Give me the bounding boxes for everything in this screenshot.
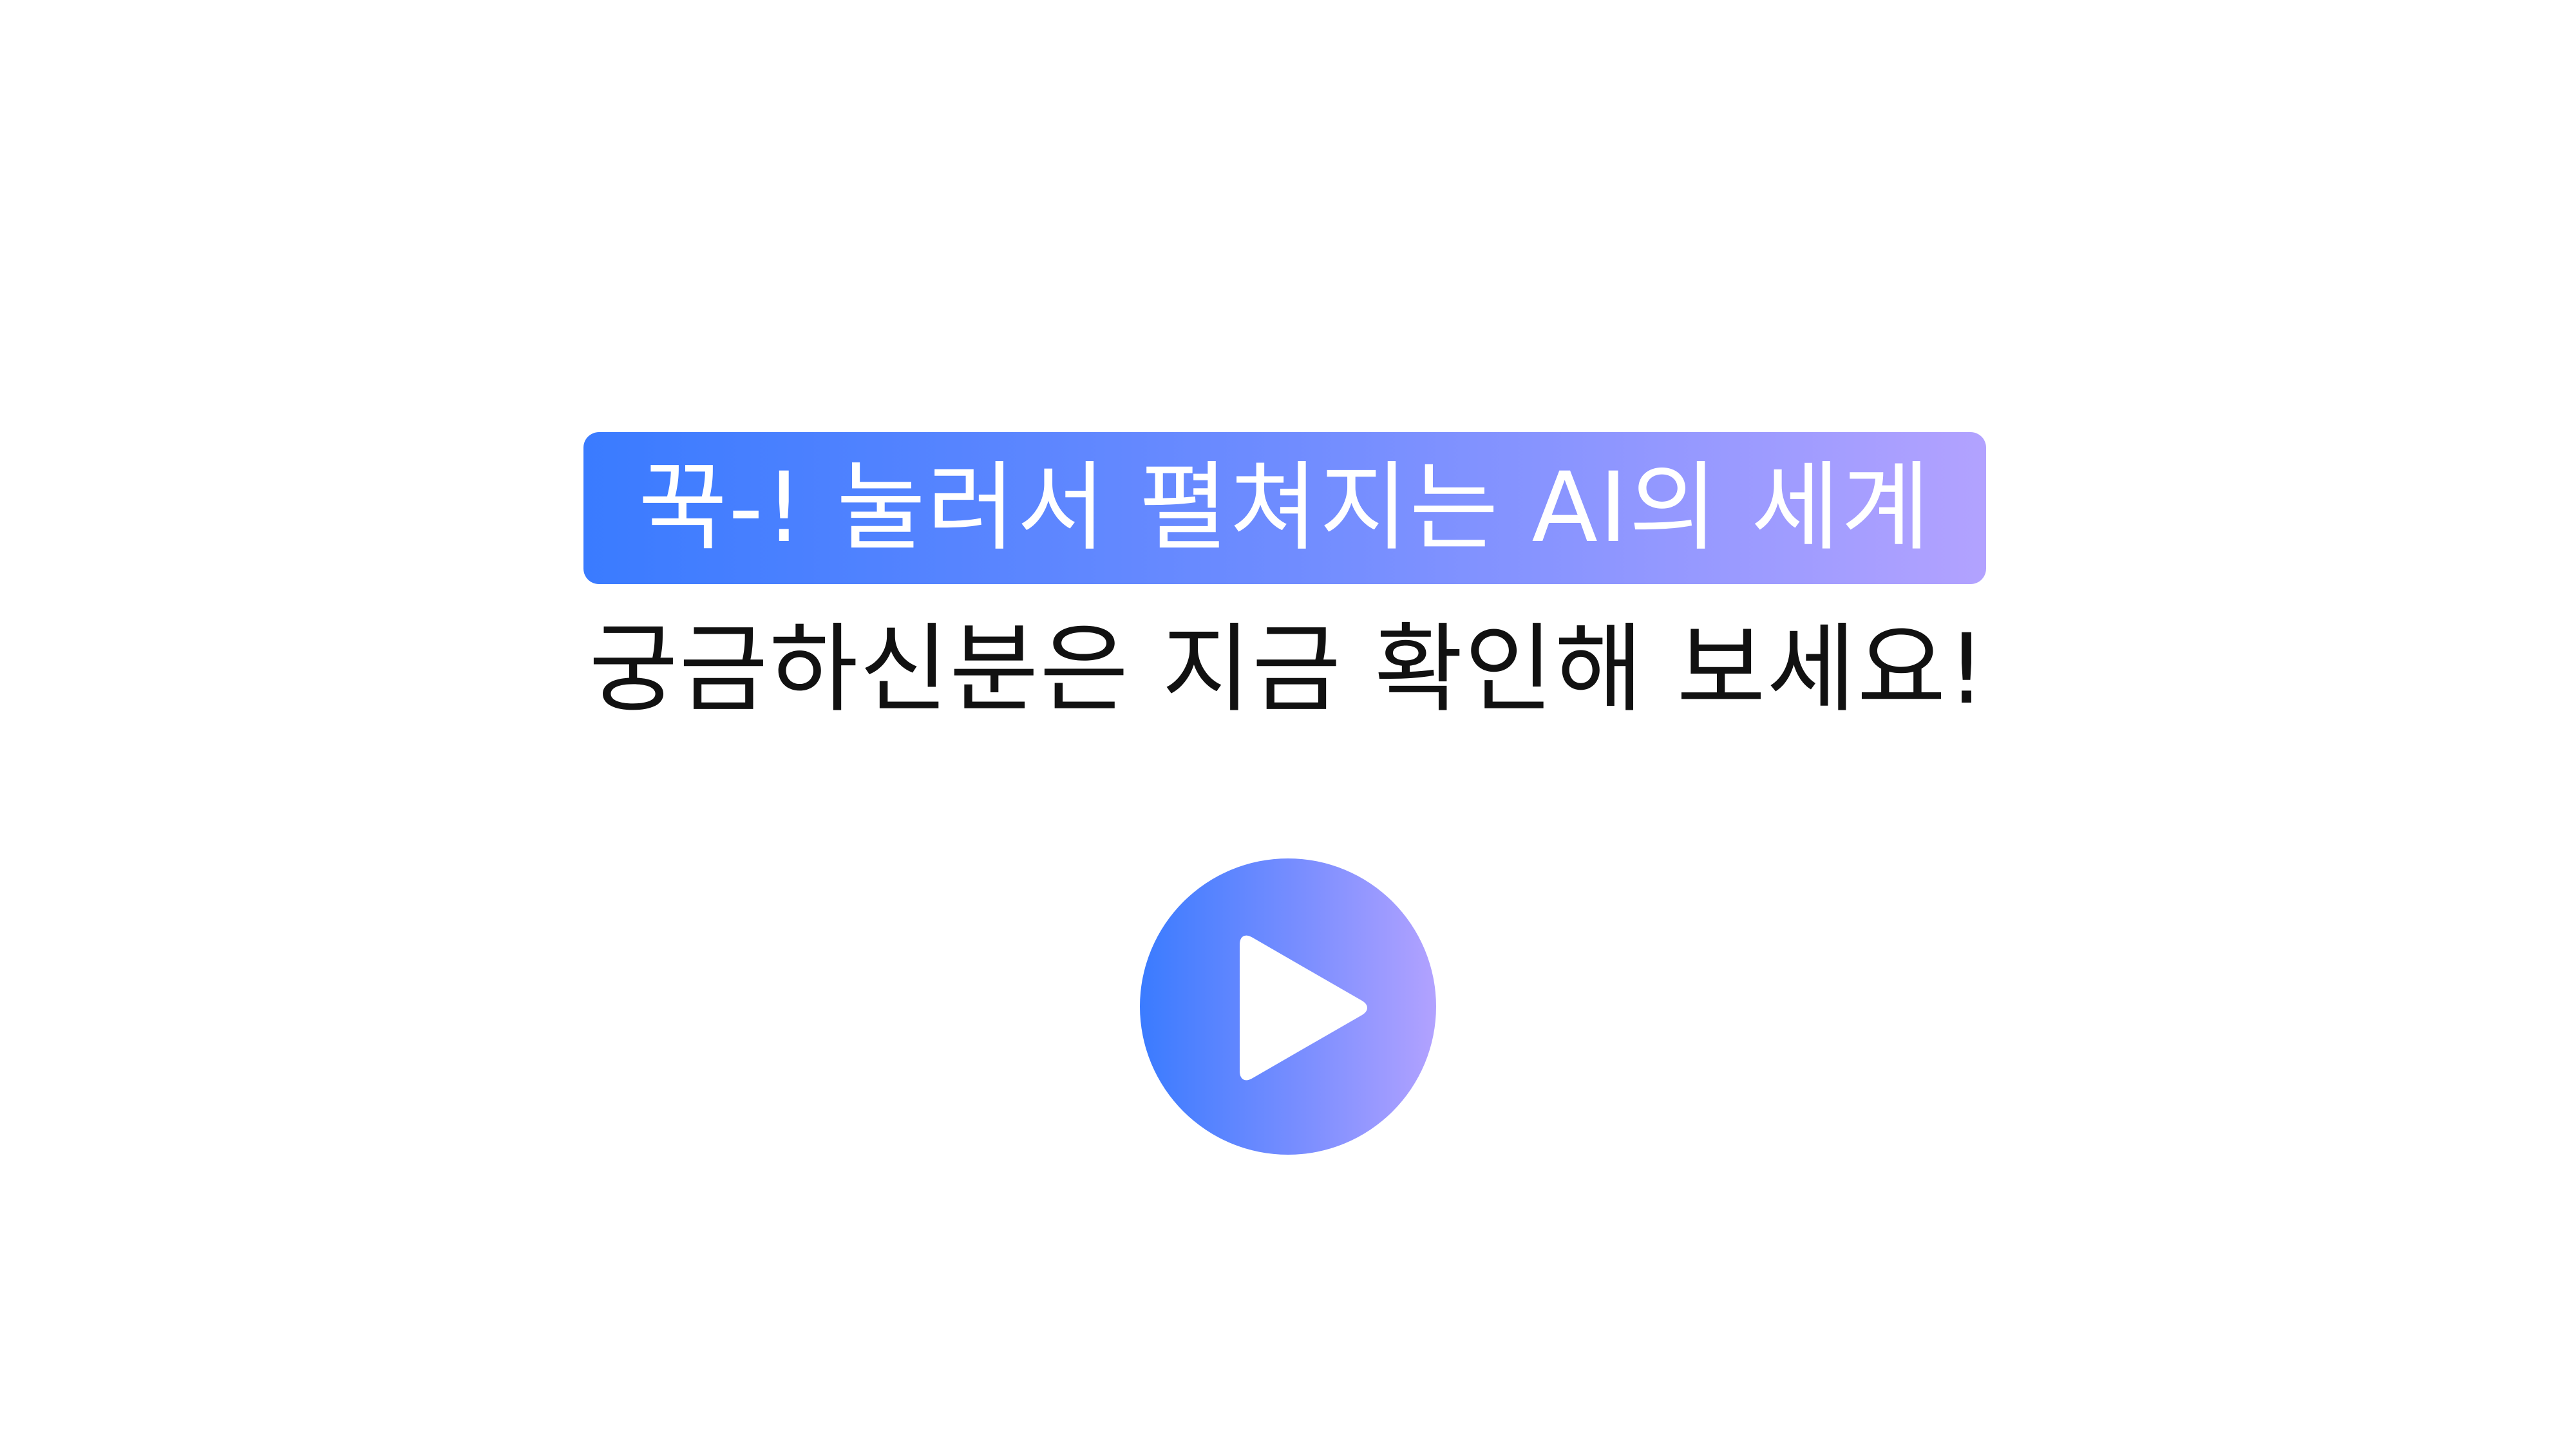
play-button[interactable] (1140, 858, 1436, 1155)
subtitle-text: 궁금하신분은 지금 확인해 보세요! (589, 614, 1987, 726)
headline-text: 꾹-! 눌러서 펼쳐지는 AI의 세계 (638, 452, 1931, 564)
page-canvas: 꾹-! 눌러서 펼쳐지는 AI의 세계 궁금하신분은 지금 확인해 보세요! (0, 0, 2576, 1449)
headline-banner: 꾹-! 눌러서 펼쳐지는 AI의 세계 (583, 432, 1986, 584)
play-icon (1240, 935, 1367, 1081)
